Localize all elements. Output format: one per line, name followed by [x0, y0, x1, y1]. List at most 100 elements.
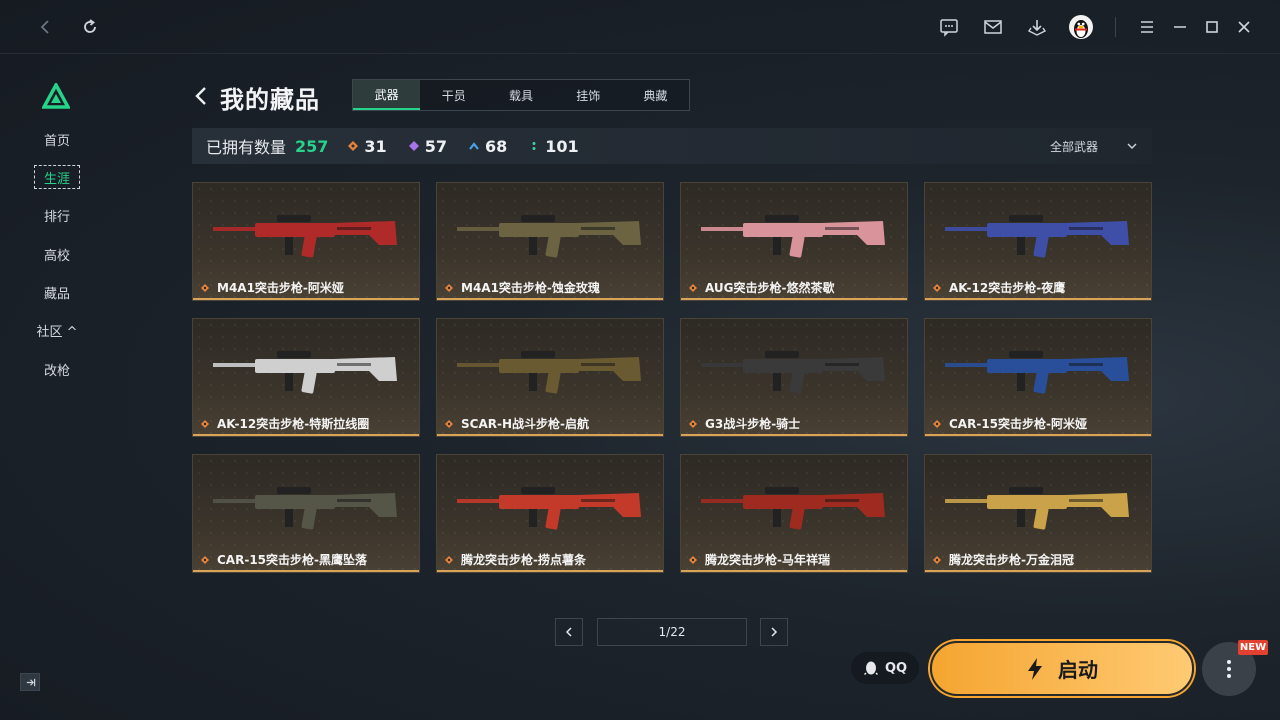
weapon-name: AUG突击步枪-悠然茶歇 — [705, 281, 835, 295]
sidebar-item-campus[interactable]: 高校 — [34, 242, 80, 266]
orange-diamond-icon — [348, 141, 359, 151]
weapon-card[interactable]: 腾龙突击步枪-马年祥瑞 — [680, 454, 908, 573]
qq-label: QQ — [884, 660, 908, 676]
weapon-card-label: 腾龙突击步枪-马年祥瑞 — [689, 551, 830, 568]
weapon-card-label: AUG突击步枪-悠然茶歇 — [689, 279, 835, 296]
weapon-card-label: M4A1突击步枪-阿米娅 — [201, 279, 344, 296]
sidebar-item-collection[interactable]: 藏品 — [34, 280, 80, 304]
orange-diamond-icon — [933, 419, 941, 428]
filter-label: 全部武器 — [1049, 139, 1098, 154]
weapon-name: G3战斗步枪-骑士 — [705, 417, 801, 431]
qq-penguin-icon — [863, 661, 878, 676]
back-nav-button[interactable] — [32, 13, 60, 41]
weapon-card[interactable]: SCAR-H战斗步枪-启航 — [436, 318, 664, 437]
weapon-card-label: AK-12突击步枪-特斯拉线圈 — [201, 415, 369, 432]
weapon-card[interactable]: 腾龙突击步枪-万金泪冠 — [924, 454, 1152, 573]
qq-account-button[interactable]: QQ — [851, 652, 919, 684]
weapon-card[interactable]: CAR-15突击步枪-阿米娅 — [924, 318, 1152, 437]
tab-charms[interactable]: 挂饰 — [555, 80, 622, 110]
sidebar-item-home[interactable]: 首页 — [34, 127, 80, 151]
tab-vehicles[interactable]: 载具 — [487, 80, 554, 110]
orange-diamond-icon — [445, 419, 453, 428]
weapon-card-label: AK-12突击步枪-夜鹰 — [933, 279, 1065, 296]
weapon-rifle-image — [213, 351, 397, 394]
weapon-name: M4A1突击步枪-阿米娅 — [217, 281, 344, 295]
sidebar-item-gunsmith[interactable]: 改枪 — [34, 357, 80, 381]
weapon-name: SCAR-H战斗步枪-启航 — [461, 417, 589, 431]
weapon-rifle-image — [701, 487, 885, 530]
weapon-card-label: SCAR-H战斗步枪-启航 — [445, 415, 589, 432]
weapon-card-label: 腾龙突击步枪-捞点薯条 — [445, 551, 586, 568]
weapon-rifle-image — [701, 351, 885, 394]
next-page-button[interactable] — [760, 618, 788, 646]
weapon-card[interactable]: 腾龙突击步枪-捞点薯条 — [436, 454, 664, 573]
weapon-card-label: CAR-15突击步枪-黑鹰坠落 — [201, 551, 367, 568]
weapon-card[interactable]: AUG突击步枪-悠然茶歇 — [680, 182, 908, 301]
sidebar-item-label: 改枪 — [43, 363, 70, 379]
minimize-button[interactable] — [1166, 13, 1194, 41]
weapon-filter-dropdown[interactable]: 全部武器 — [1050, 128, 1138, 164]
sidebar-item-career[interactable]: 生涯 — [34, 165, 80, 189]
mail-button[interactable] — [979, 13, 1007, 41]
weapon-card[interactable]: AK-12突击步枪-特斯拉线圈 — [192, 318, 420, 437]
weapon-rifle-image — [457, 487, 641, 530]
download-icon — [1027, 20, 1047, 36]
orange-diamond-icon — [689, 555, 697, 564]
rarity-count: 57 — [424, 136, 447, 156]
rarity-count: 101 — [545, 136, 579, 156]
tab-operators[interactable]: 干员 — [420, 80, 487, 110]
weapon-rifle-image — [213, 215, 397, 258]
orange-diamond-icon — [201, 555, 209, 564]
menu-button[interactable] — [1133, 13, 1161, 41]
refresh-button[interactable] — [76, 13, 104, 41]
rarity-count: 68 — [484, 136, 508, 156]
tab-collectibles[interactable]: 典藏 — [622, 80, 689, 110]
owned-count: 257 — [295, 136, 329, 156]
tab-weapons[interactable]: 武器 — [353, 80, 421, 110]
prev-page-button[interactable] — [555, 618, 583, 646]
weapon-card-label: G3战斗步枪-骑士 — [689, 415, 800, 432]
tab-label: 载具 — [509, 88, 534, 103]
weapon-card[interactable]: M4A1突击步枪-阿米娅 — [192, 182, 420, 301]
weapon-rifle-image — [213, 487, 397, 530]
weapon-card[interactable]: AK-12突击步枪-夜鹰 — [924, 182, 1152, 301]
penguin-avatar-icon — [1074, 20, 1088, 38]
sidebar-item-label: 生涯 — [43, 171, 70, 187]
orange-diamond-icon — [201, 283, 209, 292]
sidebar-item-label: 首页 — [43, 133, 70, 149]
ownership-stats-bar: 已拥有数量 257 31 57 68 101 全部武器 — [192, 128, 1152, 164]
weapon-card[interactable]: G3战斗步枪-骑士 — [680, 318, 908, 437]
chat-bubble-icon — [940, 19, 958, 37]
close-icon — [1238, 21, 1250, 33]
sidebar-item-community[interactable]: 社区 ^ — [34, 318, 80, 342]
close-button[interactable] — [1230, 13, 1258, 41]
weapon-card[interactable]: CAR-15突击步枪-黑鹰坠落 — [192, 454, 420, 573]
rarity-orange-count: 31 — [348, 136, 387, 156]
weapon-rifle-image — [457, 351, 641, 394]
sidebar-item-label: 高校 — [43, 248, 70, 264]
weapon-rifle-image — [457, 215, 641, 258]
download-button[interactable] — [1023, 13, 1051, 41]
sidebar-item-label: 社区 ^ — [36, 324, 78, 340]
refresh-icon — [84, 19, 96, 33]
weapon-name: CAR-15突击步枪-黑鹰坠落 — [217, 553, 367, 567]
chat-button[interactable] — [935, 13, 963, 41]
weapon-card[interactable]: M4A1突击步枪-蚀金玫瑰 — [436, 182, 664, 301]
maximize-button[interactable] — [1198, 13, 1226, 41]
minimize-icon — [1174, 26, 1186, 28]
rarity-count: 31 — [364, 136, 387, 156]
sidebar-item-label: 排行 — [43, 209, 70, 225]
weapon-card-label: M4A1突击步枪-蚀金玫瑰 — [445, 279, 600, 296]
weapon-name: M4A1突击步枪-蚀金玫瑰 — [461, 281, 600, 295]
back-arrow-button[interactable] — [192, 84, 212, 108]
page-indicator: 1/22 — [597, 618, 747, 646]
weapon-rifle-image — [701, 215, 885, 258]
sidebar-item-ranking[interactable]: 排行 — [34, 203, 80, 227]
launch-game-button[interactable]: 启动 — [930, 641, 1194, 696]
sidebar-collapse-button[interactable] — [20, 673, 40, 691]
weapon-card-label: 腾龙突击步枪-万金泪冠 — [933, 551, 1074, 568]
blue-chevron-icon — [469, 142, 479, 150]
user-avatar[interactable] — [1069, 15, 1093, 39]
category-tabs: 武器 干员 载具 挂饰 典藏 — [352, 79, 690, 111]
chevron-down-icon — [1127, 143, 1137, 149]
